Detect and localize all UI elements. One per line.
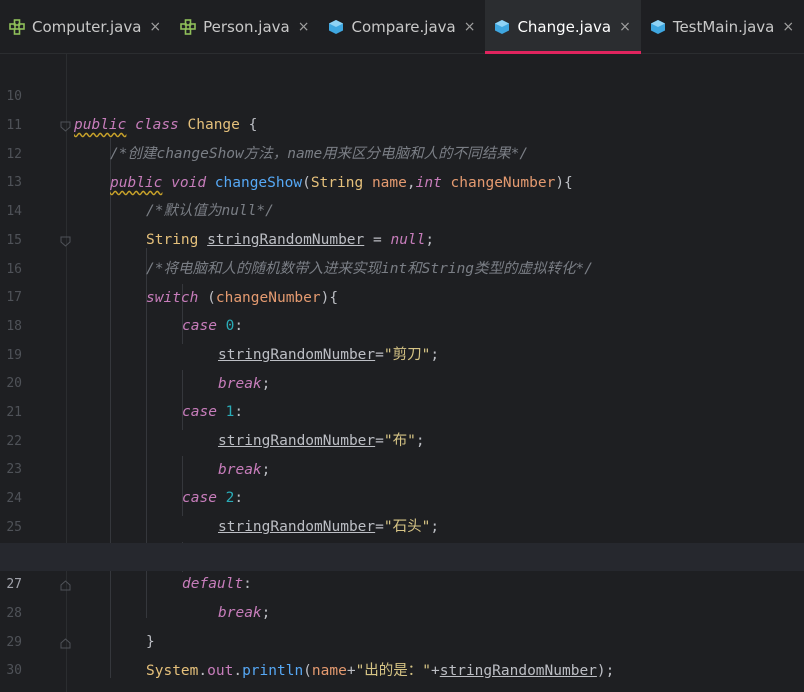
code-line[interactable]: 24 stringRandomNumber="石头"; — [0, 457, 804, 535]
tab-person-java[interactable]: Person.java × — [171, 0, 319, 54]
code-line[interactable]: 23 case 2: — [0, 428, 804, 506]
code-line[interactable]: 11 /*创建changeShow方法，name用来区分电脑和人的不同结果*/ — [0, 84, 804, 162]
editor-tab-bar: Computer.java × Person.java × Compare.ja… — [0, 0, 804, 54]
class-icon — [179, 18, 197, 36]
code-line[interactable]: 29 System.out.println(name+"出的是："+string… — [0, 601, 804, 679]
code-line[interactable]: 26 default: — [0, 514, 804, 592]
close-icon[interactable]: × — [298, 19, 310, 35]
code-line[interactable]: 12 public void changeShow(String name,in… — [0, 113, 804, 191]
cube-icon — [649, 18, 667, 36]
tab-label: Person.java — [203, 18, 290, 36]
class-icon — [8, 18, 26, 36]
code-line[interactable]: 15 /*将电脑和人的随机数带入进来实现int和String类型的虚拟转化*/ — [0, 199, 804, 277]
tab-label: Computer.java — [32, 18, 142, 36]
tab-testmain-java[interactable]: TestMain.java × — [641, 0, 804, 54]
code-line[interactable]: 16 switch (changeNumber){ — [0, 228, 804, 306]
code-line[interactable]: 28 } — [0, 572, 804, 650]
code-line[interactable]: 21 stringRandomNumber="布"; — [0, 371, 804, 449]
code-line[interactable]: 13 /*默认值为null*/ — [0, 141, 804, 219]
close-icon[interactable]: × — [149, 19, 161, 35]
close-icon[interactable]: × — [782, 19, 794, 35]
close-icon[interactable]: × — [619, 19, 631, 35]
code-line[interactable]: 30 } — [0, 629, 804, 692]
line-number: 31 — [0, 686, 22, 692]
tab-compare-java[interactable]: Compare.java × — [319, 0, 485, 54]
code-line[interactable]: 14 String stringRandomNumber = null; — [0, 170, 804, 248]
tab-change-java[interactable]: Change.java × — [485, 0, 642, 54]
code-line[interactable]: 20 case 1: — [0, 342, 804, 420]
code-line-current[interactable]: 27 break; — [0, 543, 804, 621]
cube-icon — [327, 18, 345, 36]
code-line[interactable]: 22 break; — [0, 400, 804, 478]
tab-label: Change.java — [517, 18, 612, 36]
close-icon[interactable]: × — [464, 19, 476, 35]
code-line[interactable]: 31 — [0, 658, 804, 686]
tab-label: Compare.java — [351, 18, 456, 36]
code-line[interactable]: 19 break; — [0, 314, 804, 392]
code-line[interactable]: 17 case 0: — [0, 256, 804, 334]
code-line[interactable]: 10 public class Change { — [0, 55, 804, 133]
code-line[interactable]: 18 stringRandomNumber="剪刀"; — [0, 285, 804, 363]
code-editor[interactable]: 10 public class Change { 11 /*创建changeSh… — [0, 54, 804, 692]
tab-label: TestMain.java — [672, 18, 775, 36]
code-line[interactable]: 25 break; — [0, 486, 804, 564]
cube-icon — [493, 18, 511, 36]
tab-computer-java[interactable]: Computer.java × — [0, 0, 171, 54]
